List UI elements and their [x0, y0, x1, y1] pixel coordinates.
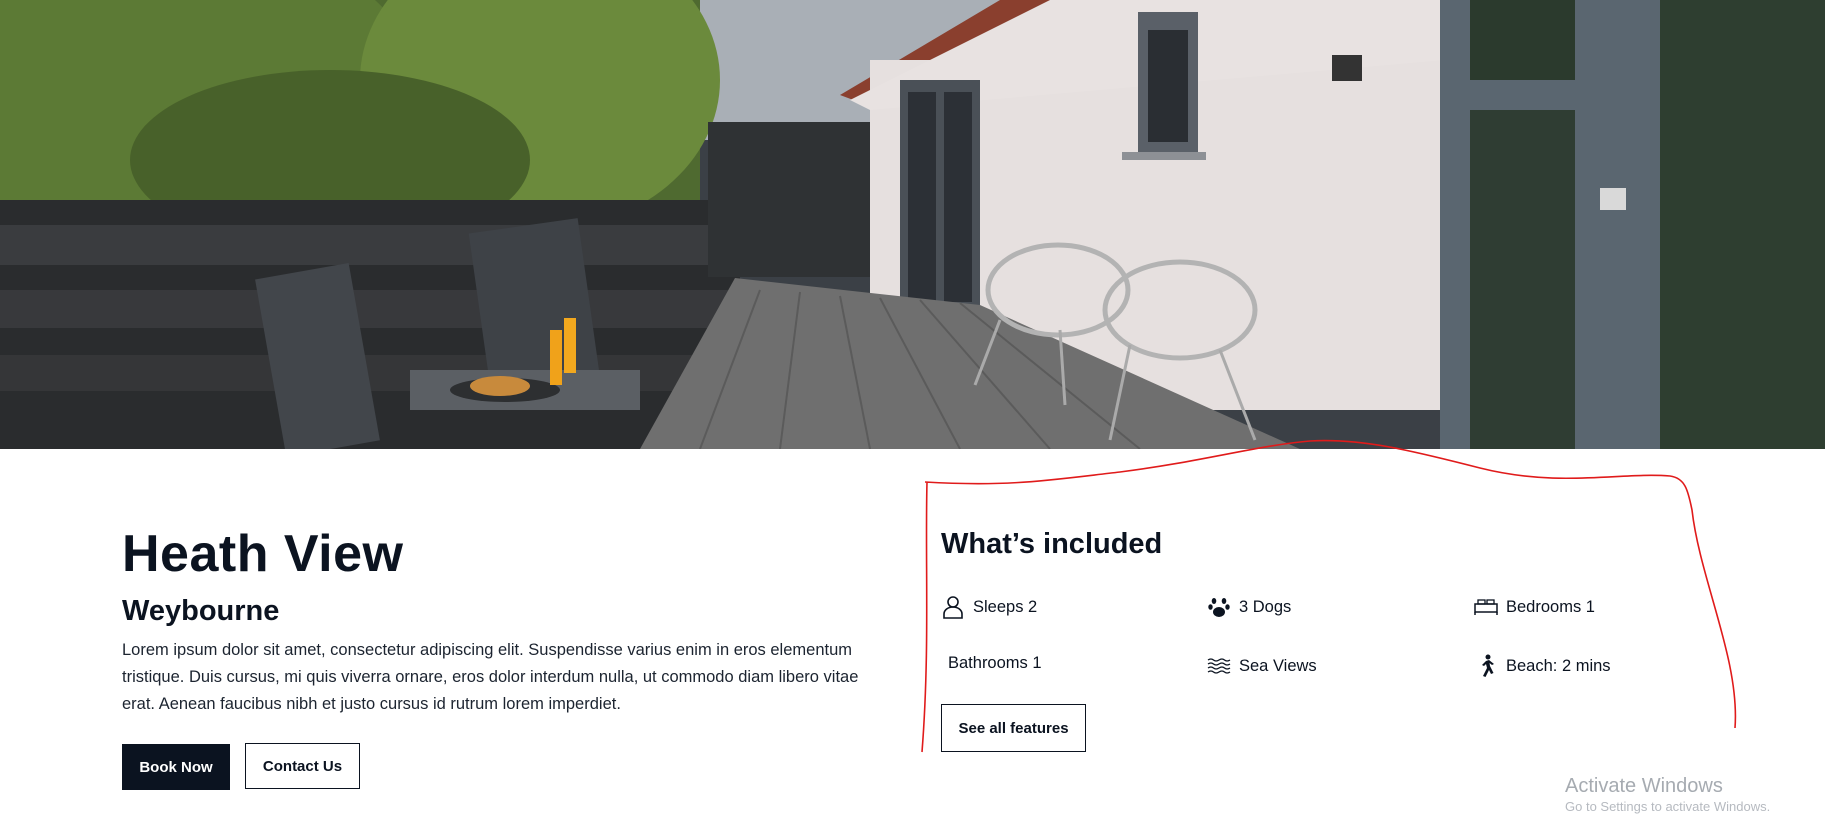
- walking-icon: [1474, 654, 1498, 678]
- person-icon: [941, 595, 965, 619]
- feature-label: Sleeps 2: [973, 597, 1038, 616]
- feature-label: Bedrooms 1: [1506, 597, 1595, 616]
- paw-icon: [1207, 595, 1231, 619]
- feature-sea-views: Sea Views: [1207, 654, 1317, 678]
- hero-image: [0, 0, 1825, 449]
- see-all-features-button[interactable]: See all features: [941, 704, 1086, 752]
- page-title: Heath View: [122, 525, 404, 583]
- bed-icon: [1474, 595, 1498, 619]
- feature-bathrooms: Bathrooms 1: [948, 654, 1042, 673]
- features-heading: What’s included: [941, 528, 1163, 560]
- contact-us-button[interactable]: Contact Us: [245, 743, 360, 789]
- feature-label: 3 Dogs: [1239, 597, 1292, 616]
- location-subtitle: Weybourne: [122, 595, 280, 627]
- feature-bedrooms: Bedrooms 1: [1474, 595, 1595, 619]
- feature-label: Beach: 2 mins: [1506, 656, 1611, 675]
- feature-label: Bathrooms 1: [948, 654, 1042, 672]
- feature-beach: Beach: 2 mins: [1474, 654, 1611, 678]
- waves-icon: [1207, 654, 1231, 678]
- feature-label: Sea Views: [1239, 656, 1317, 675]
- property-description: Lorem ipsum dolor sit amet, consectetur …: [122, 641, 859, 713]
- feature-dogs: 3 Dogs: [1207, 595, 1291, 619]
- feature-sleeps: Sleeps 2: [941, 595, 1037, 619]
- activate-windows-subtext: Go to Settings to activate Windows.: [1565, 799, 1771, 814]
- book-now-button[interactable]: Book Now: [122, 744, 230, 790]
- activate-windows-watermark: Activate Windows: [1565, 775, 1723, 797]
